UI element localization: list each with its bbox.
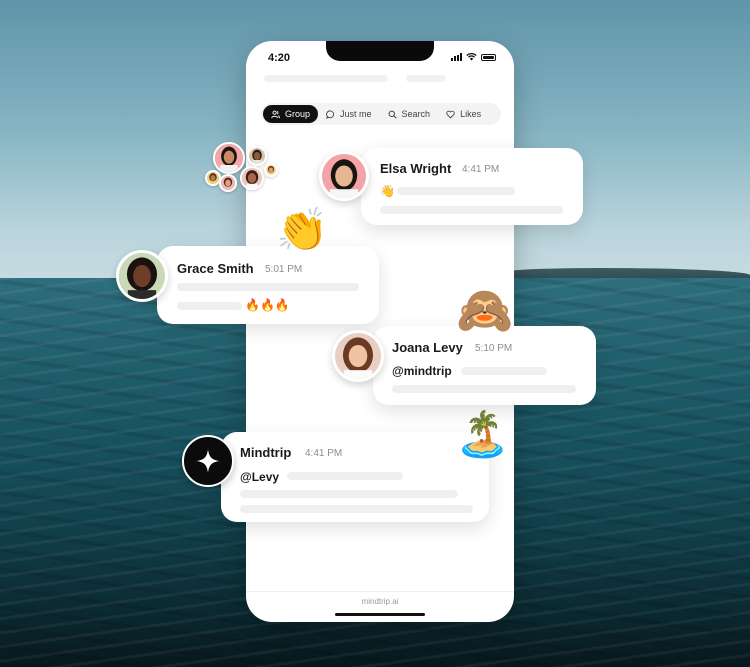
footer-url[interactable]: mindtrip.ai xyxy=(246,597,514,606)
tab-just-me[interactable]: Just me xyxy=(318,105,380,123)
status-icons xyxy=(451,53,496,61)
message-time: 4:41 PM xyxy=(462,164,500,175)
message-placeholder-line xyxy=(392,385,576,393)
tab-likes-label: Likes xyxy=(460,109,482,119)
tab-likes[interactable]: Likes xyxy=(438,105,489,123)
avatar-elsa[interactable] xyxy=(319,151,369,201)
avatar xyxy=(264,163,278,177)
clapping-hands-emoji: 👏 xyxy=(276,206,329,253)
avatar-joana[interactable] xyxy=(332,330,384,382)
heart-icon xyxy=(446,110,455,119)
message-placeholder-line xyxy=(461,367,547,375)
sender-name: Mindtrip xyxy=(240,445,292,460)
message-placeholder-line xyxy=(177,302,242,310)
fire-emoji: 🔥🔥🔥 xyxy=(245,298,290,312)
header-placeholder xyxy=(264,75,388,82)
phone-notch xyxy=(326,41,434,61)
mention[interactable]: @Levy xyxy=(240,470,279,484)
tab-just-me-label: Just me xyxy=(340,109,372,119)
message-card-elsa[interactable]: Elsa Wright 4:41 PM 👋 xyxy=(361,148,583,225)
message-placeholder-line xyxy=(240,490,458,498)
message-card-joana[interactable]: Joana Levy 5:10 PM @mindtrip xyxy=(373,326,596,405)
sender-name: Joana Levy xyxy=(392,340,463,355)
message-time: 4:41 PM xyxy=(305,448,343,459)
footer-divider xyxy=(246,591,514,592)
home-indicator xyxy=(335,613,425,616)
tab-group[interactable]: Group xyxy=(263,105,319,123)
group-icon xyxy=(271,110,280,118)
message-card-grace[interactable]: Grace Smith 5:01 PM 🔥🔥🔥 xyxy=(157,246,379,324)
chat-bubble-icon xyxy=(326,109,335,119)
wifi-icon xyxy=(466,53,477,61)
avatar xyxy=(213,142,245,174)
search-icon xyxy=(388,110,397,119)
avatar xyxy=(240,166,264,190)
message-placeholder-line xyxy=(287,472,403,480)
see-no-evil-emoji: 🙈 xyxy=(456,284,514,336)
message-placeholder-line xyxy=(240,505,473,513)
tab-group-label: Group xyxy=(285,109,311,119)
header-placeholder xyxy=(406,75,446,82)
sparkle-icon xyxy=(196,449,220,473)
message-time: 5:10 PM xyxy=(475,343,513,354)
avatar-grace[interactable] xyxy=(116,250,168,302)
avatar xyxy=(247,146,267,166)
message-card-mindtrip[interactable]: Mindtrip 4:41 PM @Levy xyxy=(221,432,489,522)
message-placeholder-line xyxy=(397,187,515,195)
tab-search-label: Search xyxy=(401,109,431,119)
status-time: 4:20 xyxy=(268,52,291,64)
desert-island-emoji: 🏝️ xyxy=(455,410,510,459)
wave-emoji: 👋 xyxy=(380,184,395,198)
sender-name: Elsa Wright xyxy=(380,161,452,176)
avatar xyxy=(219,174,237,192)
message-time: 5:01 PM xyxy=(265,264,303,275)
mention[interactable]: @mindtrip xyxy=(392,364,452,378)
sender-name: Grace Smith xyxy=(177,261,254,276)
view-tabs: Group Just me Search Likes xyxy=(261,103,501,125)
message-placeholder-line xyxy=(177,283,359,291)
battery-icon xyxy=(481,53,496,61)
mindtrip-logo[interactable] xyxy=(182,435,234,487)
tab-search[interactable]: Search xyxy=(380,105,439,123)
cellular-signal-icon xyxy=(451,53,462,61)
message-placeholder-line xyxy=(380,206,563,214)
